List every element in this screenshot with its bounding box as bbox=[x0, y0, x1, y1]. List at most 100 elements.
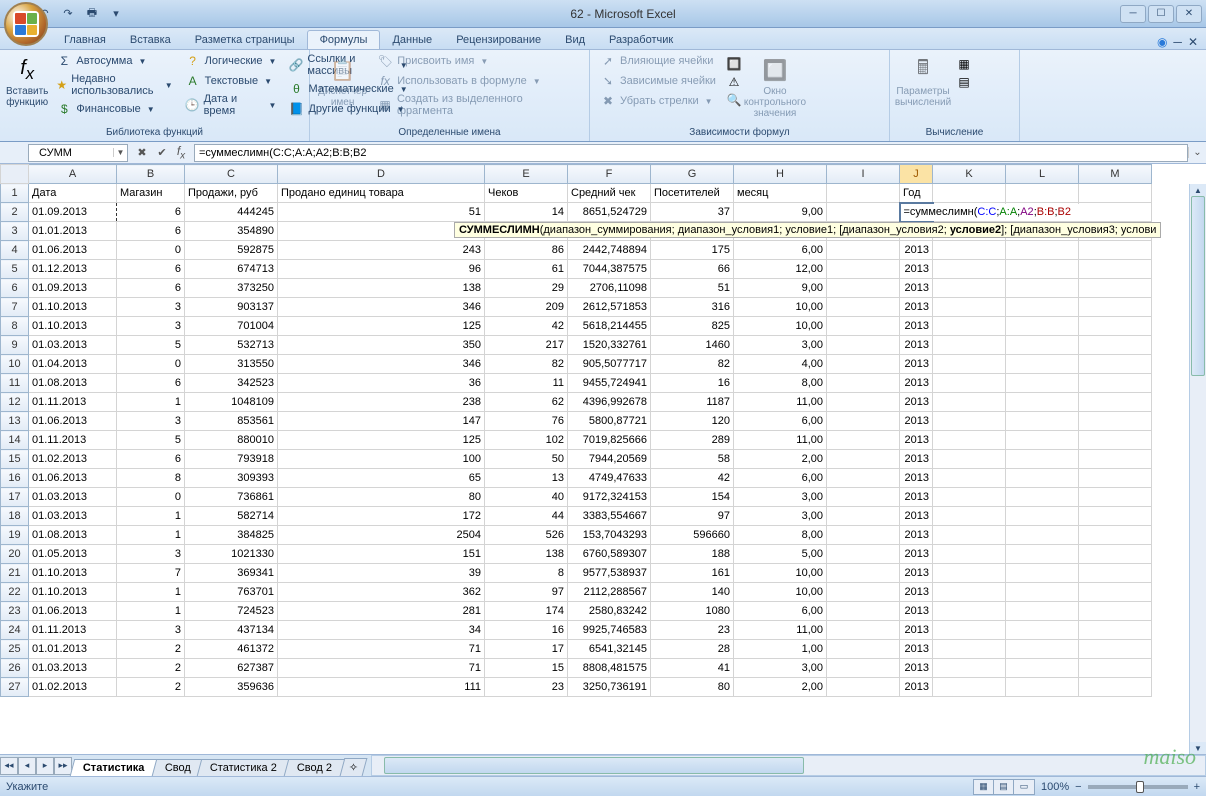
row-header-18[interactable]: 18 bbox=[1, 507, 29, 526]
cell[interactable]: 7944,20569 bbox=[568, 450, 651, 469]
cell[interactable]: 2013 bbox=[900, 355, 933, 374]
ribbon-tab-6[interactable]: Вид bbox=[553, 31, 597, 49]
cell[interactable]: 4,00 bbox=[734, 355, 827, 374]
col-header-E[interactable]: E bbox=[485, 165, 568, 184]
cell[interactable] bbox=[1079, 621, 1152, 640]
cell[interactable]: 97 bbox=[485, 583, 568, 602]
cell[interactable]: 1520,332761 bbox=[568, 336, 651, 355]
row-header-8[interactable]: 8 bbox=[1, 317, 29, 336]
cell[interactable]: 125 bbox=[278, 317, 485, 336]
cancel-formula-button[interactable]: ✖ bbox=[132, 144, 152, 162]
horizontal-scrollbar[interactable] bbox=[371, 755, 1206, 776]
cell[interactable]: 3,00 bbox=[734, 488, 827, 507]
cell[interactable]: 86 bbox=[485, 241, 568, 260]
cell[interactable]: 01.06.2013 bbox=[29, 602, 117, 621]
row-header-25[interactable]: 25 bbox=[1, 640, 29, 659]
cell[interactable]: 342523 bbox=[185, 374, 278, 393]
cell[interactable]: 5800,87721 bbox=[568, 412, 651, 431]
cell[interactable] bbox=[933, 640, 1006, 659]
col-header-D[interactable]: D bbox=[278, 165, 485, 184]
cell[interactable]: 3,00 bbox=[734, 659, 827, 678]
cell[interactable]: 15 bbox=[485, 659, 568, 678]
cell[interactable]: 2013 bbox=[900, 564, 933, 583]
ribbon-tab-7[interactable]: Разработчик bbox=[597, 31, 685, 49]
cell[interactable]: 01.05.2013 bbox=[29, 545, 117, 564]
cell[interactable]: 01.12.2013 bbox=[29, 260, 117, 279]
cell[interactable] bbox=[1079, 412, 1152, 431]
cell[interactable]: 11,00 bbox=[734, 431, 827, 450]
cell[interactable] bbox=[933, 602, 1006, 621]
cell[interactable]: 627387 bbox=[185, 659, 278, 678]
new-sheet-button[interactable]: ✧ bbox=[339, 758, 367, 776]
cell[interactable]: 2,00 bbox=[734, 450, 827, 469]
cell[interactable]: 01.11.2013 bbox=[29, 621, 117, 640]
row-header-17[interactable]: 17 bbox=[1, 488, 29, 507]
minimize-ribbon-icon[interactable]: ─ bbox=[1173, 35, 1182, 49]
cell[interactable]: 147 bbox=[278, 412, 485, 431]
cell[interactable]: 01.04.2013 bbox=[29, 355, 117, 374]
cell[interactable]: 01.02.2013 bbox=[29, 678, 117, 697]
cell[interactable]: 2442,748894 bbox=[568, 241, 651, 260]
cell[interactable]: 3 bbox=[117, 621, 185, 640]
cell[interactable]: 01.03.2013 bbox=[29, 336, 117, 355]
cell[interactable]: Средний чек bbox=[568, 184, 651, 203]
row-header-21[interactable]: 21 bbox=[1, 564, 29, 583]
cell[interactable]: 4749,47633 bbox=[568, 469, 651, 488]
cell[interactable]: 384825 bbox=[185, 526, 278, 545]
zoom-out-button[interactable]: − bbox=[1075, 781, 1081, 793]
cell[interactable] bbox=[827, 355, 900, 374]
cell[interactable]: 2013 bbox=[900, 431, 933, 450]
cell[interactable]: 905,5077717 bbox=[568, 355, 651, 374]
cell[interactable] bbox=[1079, 564, 1152, 583]
cell[interactable]: 2013 bbox=[900, 412, 933, 431]
cell[interactable] bbox=[1006, 507, 1079, 526]
cell[interactable]: 3,00 bbox=[734, 336, 827, 355]
cell[interactable]: 36 bbox=[278, 374, 485, 393]
cell[interactable]: 01.09.2013 bbox=[29, 203, 117, 222]
cell[interactable]: 01.10.2013 bbox=[29, 317, 117, 336]
cell[interactable]: 6 bbox=[117, 450, 185, 469]
cell[interactable] bbox=[827, 564, 900, 583]
cell[interactable]: 10,00 bbox=[734, 583, 827, 602]
cell[interactable]: 01.03.2013 bbox=[29, 659, 117, 678]
cell[interactable]: 10,00 bbox=[734, 564, 827, 583]
cell[interactable]: 80 bbox=[278, 488, 485, 507]
cell[interactable] bbox=[1006, 640, 1079, 659]
office-button[interactable] bbox=[4, 2, 48, 46]
cell[interactable] bbox=[827, 431, 900, 450]
cell[interactable] bbox=[1006, 412, 1079, 431]
cell[interactable]: 100 bbox=[278, 450, 485, 469]
cell[interactable] bbox=[827, 640, 900, 659]
cell[interactable]: 61 bbox=[485, 260, 568, 279]
cell[interactable] bbox=[933, 355, 1006, 374]
cell[interactable]: 80 bbox=[651, 678, 734, 697]
cell[interactable] bbox=[1006, 260, 1079, 279]
cell[interactable] bbox=[1006, 526, 1079, 545]
cell[interactable]: Продано единиц товара bbox=[278, 184, 485, 203]
cell[interactable]: 6541,32145 bbox=[568, 640, 651, 659]
cell[interactable]: 140 bbox=[651, 583, 734, 602]
cell[interactable]: 6 bbox=[117, 279, 185, 298]
row-header-6[interactable]: 6 bbox=[1, 279, 29, 298]
cell[interactable] bbox=[933, 431, 1006, 450]
cell[interactable]: Год bbox=[900, 184, 933, 203]
cell[interactable] bbox=[827, 279, 900, 298]
cell[interactable]: 437134 bbox=[185, 621, 278, 640]
cell[interactable]: 42 bbox=[485, 317, 568, 336]
row-header-20[interactable]: 20 bbox=[1, 545, 29, 564]
cell[interactable]: 2013 bbox=[900, 659, 933, 678]
vscroll-thumb[interactable] bbox=[1191, 196, 1205, 376]
cell[interactable] bbox=[933, 184, 1006, 203]
col-header-I[interactable]: I bbox=[827, 165, 900, 184]
cell[interactable] bbox=[933, 298, 1006, 317]
cell[interactable]: 2112,288567 bbox=[568, 583, 651, 602]
col-header-A[interactable]: A bbox=[29, 165, 117, 184]
cell[interactable] bbox=[1006, 678, 1079, 697]
cell[interactable]: 11 bbox=[485, 374, 568, 393]
cell[interactable] bbox=[933, 526, 1006, 545]
cell[interactable]: 4396,992678 bbox=[568, 393, 651, 412]
cell[interactable]: 5 bbox=[117, 431, 185, 450]
cell[interactable]: 1 bbox=[117, 507, 185, 526]
cell[interactable]: 17 bbox=[485, 640, 568, 659]
cell[interactable] bbox=[827, 412, 900, 431]
